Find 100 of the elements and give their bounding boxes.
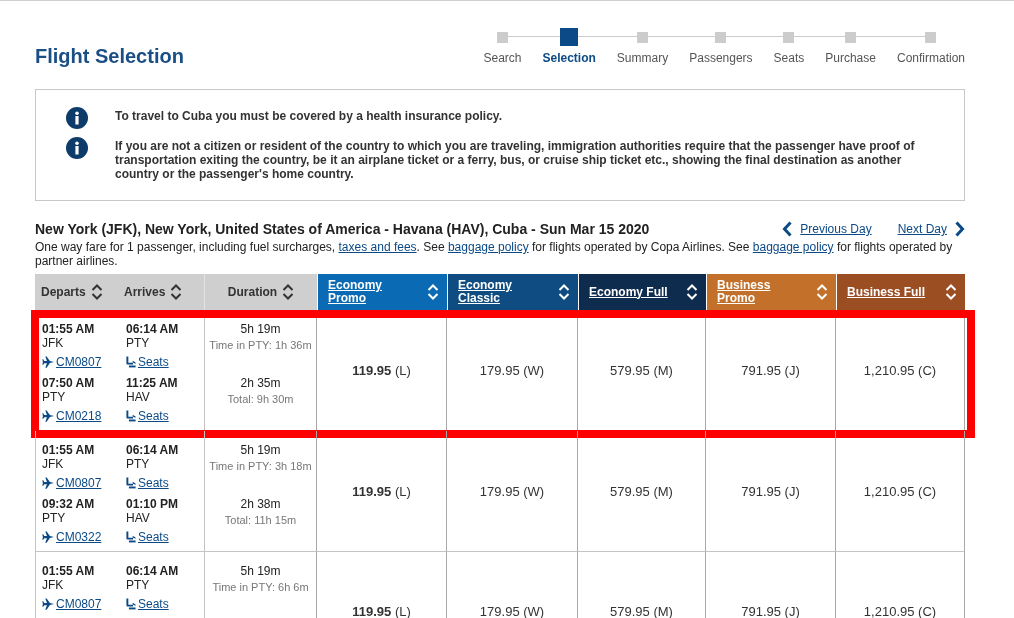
seat-icon (126, 531, 136, 543)
arrival-airport: PTY (126, 457, 150, 471)
sort-icon (282, 283, 295, 301)
sort-icon (90, 283, 103, 301)
notice-text: If you are not a citizen or resident of the country to which you are traveling, immigration authorities require that the passenger have proof of transportation exiting the country, be it an airplane ticket or a ferry, bus, or cruise ship ticket etc., showing the final destination as another country or the passenger's home country. (115, 138, 916, 181)
departure-time: 01:55 AM (42, 443, 95, 457)
column-header[interactable]: Departs (35, 274, 118, 310)
step-label: Confirmation (896, 51, 965, 65)
duration-note: Time in PTY: 3h 18m (209, 459, 312, 473)
flight-link[interactable]: CM0807 (42, 475, 102, 491)
fare-price[interactable]: 579.95 (M) (610, 483, 673, 499)
departure-airport: JFK (42, 336, 64, 350)
departure-time: 01:55 AM (42, 564, 95, 578)
fare-column-header[interactable]: Business Promo (706, 274, 836, 310)
fare-column-header[interactable]: Economy Full (578, 274, 706, 310)
page-title: Flight Selection (35, 44, 184, 68)
info-icon (66, 107, 88, 129)
chevron-right-icon (955, 221, 965, 237)
fare-price[interactable]: 119.95 (L) (352, 604, 411, 618)
route-title: New York (JFK), New York, United States of America - Havana (HAV), Cuba - Sun Mar 15 2020 (35, 220, 650, 238)
arrival-time: 06:14 AM (126, 322, 179, 336)
flight-link[interactable]: CM0807 (42, 354, 102, 370)
sort-icon (427, 283, 439, 301)
flight-link[interactable]: CM0807 (42, 596, 102, 612)
airplane-icon (42, 598, 54, 610)
airplane-icon (42, 410, 54, 422)
flight-duration: 5h 19m (240, 443, 281, 457)
step-label: Selection (542, 51, 596, 65)
flight-link[interactable]: CM0218 (42, 408, 102, 424)
fare-column-header[interactable]: Business Full (836, 274, 965, 310)
step-label: Purchase (825, 51, 876, 65)
policy-link[interactable]: baggage policy (752, 240, 834, 254)
fare-price[interactable]: 179.95 (W) (479, 604, 545, 618)
sort-icon (686, 283, 698, 301)
fare-price[interactable]: 1,210.95 (C) (863, 362, 937, 378)
flight-duration: 2h 35m (240, 376, 281, 390)
step-label: Search (483, 51, 522, 65)
seats-link[interactable]: Seats (126, 529, 169, 545)
fare-price[interactable]: 791.95 (J) (741, 362, 800, 378)
airplane-icon (42, 356, 54, 368)
sort-icon (170, 283, 183, 301)
column-header[interactable]: Arrives (118, 274, 205, 310)
seats-link[interactable]: Seats (126, 408, 169, 424)
arrival-time: 06:14 AM (126, 443, 179, 457)
policy-link[interactable]: taxes and fees (338, 240, 417, 254)
fare-price[interactable]: 579.95 (M) (610, 362, 673, 378)
next-day-link[interactable]: Next Day (897, 221, 965, 237)
fare-column-header[interactable]: Economy Classic (447, 274, 578, 310)
previous-day-link[interactable]: Previous Day (782, 221, 872, 237)
seat-icon (126, 477, 136, 489)
flight-duration: 2h 38m (240, 497, 281, 511)
column-header[interactable]: Duration (205, 274, 317, 310)
policy-link[interactable]: baggage policy (447, 240, 529, 254)
info-icon (66, 137, 88, 159)
flight-link[interactable]: CM0322 (42, 529, 102, 545)
fare-price[interactable]: 791.95 (J) (741, 604, 800, 618)
arrival-airport: HAV (126, 511, 150, 525)
seat-icon (126, 356, 136, 368)
fare-price[interactable]: 791.95 (J) (741, 483, 800, 499)
arrival-time: 11:25 AM (126, 376, 178, 390)
airplane-icon (42, 531, 54, 543)
fare-price[interactable]: 579.95 (M) (610, 604, 673, 618)
departure-airport: PTY (42, 511, 66, 525)
seats-link[interactable]: Seats (126, 596, 169, 612)
fare-price[interactable]: 179.95 (W) (479, 483, 545, 499)
flight-duration: 5h 19m (240, 564, 281, 578)
notice-text: To travel to Cuba you must be covered by a health insurance policy. (115, 108, 502, 123)
chevron-left-icon (782, 221, 793, 237)
seat-icon (126, 598, 136, 610)
arrival-time: 06:14 AM (126, 564, 179, 578)
departure-time: 09:32 AM (42, 497, 95, 511)
fare-price[interactable]: 179.95 (W) (479, 362, 545, 378)
flight-duration: 5h 19m (240, 322, 281, 336)
duration-note: Time in PTY: 1h 36m (209, 338, 312, 352)
sort-icon (816, 283, 828, 301)
fare-column-header[interactable]: Economy Promo (317, 274, 447, 310)
fare-price[interactable]: 119.95 (L) (352, 362, 411, 378)
fare-price[interactable]: 1,210.95 (C) (863, 604, 937, 618)
duration-note: Total: 9h 30m (227, 392, 294, 406)
fare-note: One way fare for 1 passenger, including fuel surcharges, taxes and fees. See baggage policy for flights operated by Copa Airlines. See baggage policy for flights operated by partner airlines. (35, 240, 954, 268)
arrival-time: 01:10 PM (126, 497, 179, 511)
sort-icon (945, 283, 957, 301)
duration-note: Total: 11h 15m (224, 513, 297, 527)
seats-link[interactable]: Seats (126, 354, 169, 370)
arrival-airport: HAV (126, 390, 150, 404)
airplane-icon (42, 477, 54, 489)
sort-icon (558, 283, 570, 301)
departure-time: 01:55 AM (42, 322, 95, 336)
arrival-airport: PTY (126, 336, 150, 350)
step-label: Seats (773, 51, 805, 65)
step-label: Passengers (689, 51, 753, 65)
departure-time: 07:50 AM (42, 376, 95, 390)
departure-airport: JFK (42, 578, 64, 592)
seats-link[interactable]: Seats (126, 475, 169, 491)
fare-price[interactable]: 119.95 (L) (352, 483, 411, 499)
departure-airport: PTY (42, 390, 66, 404)
duration-note: Time in PTY: 6h 6m (212, 580, 309, 594)
fare-price[interactable]: 1,210.95 (C) (863, 483, 937, 499)
arrival-airport: PTY (126, 578, 150, 592)
departure-airport: JFK (42, 457, 64, 471)
